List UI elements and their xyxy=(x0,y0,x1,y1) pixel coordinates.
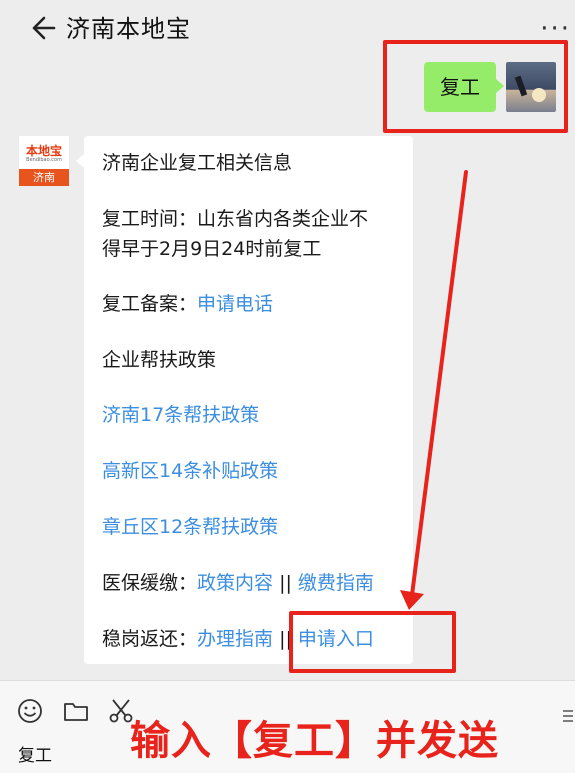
policy-link-zhangqiu[interactable]: 章丘区12条帮扶政策 xyxy=(102,512,278,539)
insurance-payment-guide-link[interactable]: 缴费指南 xyxy=(298,572,374,594)
bot-message-bubble: 济南企业复工相关信息 复工时间：山东省内各类企业不 得早于2月9日24时前复工 … xyxy=(76,136,413,664)
insurance-separator: || xyxy=(273,572,298,594)
back-arrow-icon[interactable] xyxy=(24,11,58,45)
smile-icon[interactable] xyxy=(16,697,44,725)
filing-row: 复工备案：申请电话 xyxy=(102,289,273,316)
folder-icon[interactable] xyxy=(62,697,90,725)
logo-url: Bendibao.com xyxy=(26,157,62,163)
logo-city: 济南 xyxy=(19,169,69,186)
return-guide-link[interactable]: 办理指南 xyxy=(197,628,273,650)
message-title: 济南企业复工相关信息 xyxy=(102,152,293,174)
return-label: 稳岗返还： xyxy=(102,628,198,650)
instruction-caption: 输入【复工】并发送 xyxy=(130,718,499,764)
input-text[interactable]: 复工 xyxy=(18,741,52,766)
insurance-label: 医保缓缴： xyxy=(102,572,198,594)
menu-icon[interactable] xyxy=(563,709,573,723)
highlight-box-user-message xyxy=(383,40,568,133)
policy-link-jinan[interactable]: 济南17条帮扶政策 xyxy=(102,400,259,427)
resume-time-line-1: 复工时间：山东省内各类企业不 xyxy=(102,208,369,230)
insurance-policy-link[interactable]: 政策内容 xyxy=(197,572,273,594)
filing-label: 复工备案： xyxy=(102,293,198,315)
filing-link[interactable]: 申请电话 xyxy=(197,293,273,315)
resume-time-line-2: 得早于2月9日24时前复工 xyxy=(102,238,322,260)
highlight-box-apply-link xyxy=(289,611,456,673)
bot-avatar[interactable]: 本地宝 Bendibao.com 济南 xyxy=(19,136,69,186)
insurance-row: 医保缓缴：政策内容 || 缴费指南 xyxy=(102,568,374,595)
chat-title: 济南本地宝 xyxy=(66,15,191,43)
policy-link-gaoxin[interactable]: 高新区14条补贴政策 xyxy=(102,456,278,483)
policy-heading: 企业帮扶政策 xyxy=(102,349,217,371)
